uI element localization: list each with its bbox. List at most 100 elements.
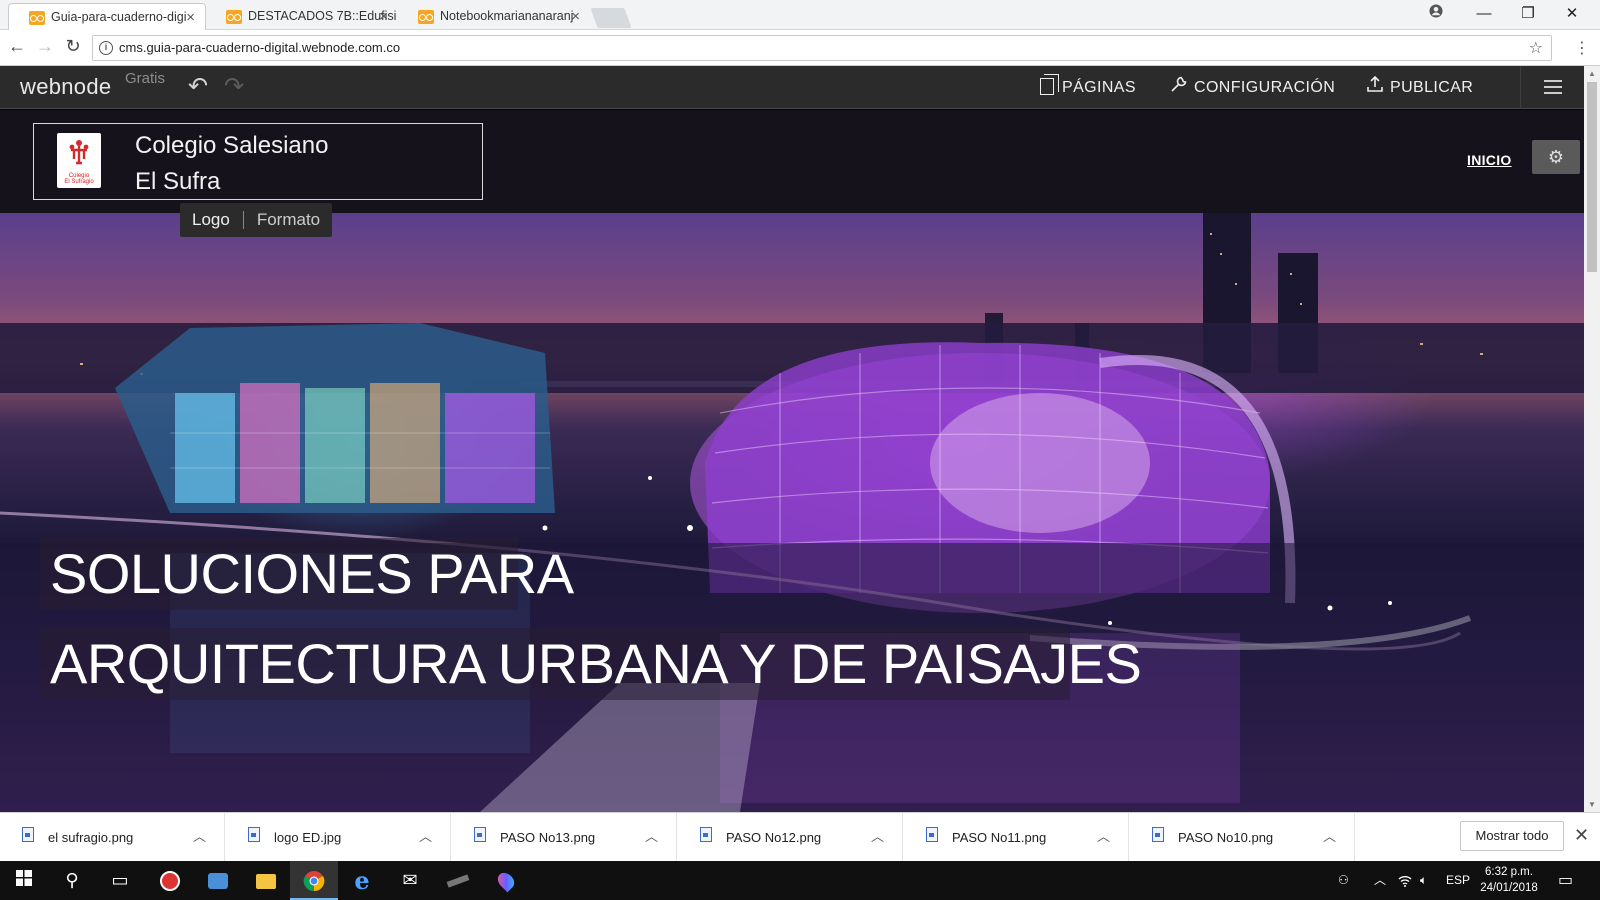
close-window-icon[interactable]: ✕ bbox=[1550, 0, 1594, 30]
pages-button[interactable]: PÁGINAS bbox=[1040, 66, 1136, 109]
webnode-editor-bar: webnode Gratis ↶ ↷ PÁGINAS CONFIGURACIÓN… bbox=[0, 66, 1584, 109]
download-filename: el sufragio.png bbox=[48, 830, 134, 845]
close-tab-icon[interactable]: × bbox=[571, 3, 580, 30]
site-brand-block[interactable]: Colegio El Sufragio Colegio Salesiano El … bbox=[33, 123, 483, 200]
site-info-icon[interactable]: i bbox=[99, 41, 113, 55]
browser-toolbar: ← → ↻ i cms.guia-para-cuaderno-digital.w… bbox=[0, 30, 1600, 66]
page-scrollbar[interactable]: ▲ ▼ bbox=[1584, 66, 1600, 812]
mail-icon[interactable]: ✉ bbox=[386, 861, 434, 900]
publish-label: PUBLICAR bbox=[1390, 79, 1474, 96]
webnode-logo: webnode bbox=[20, 74, 112, 99]
bookmark-star-icon[interactable]: ☆ bbox=[1529, 38, 1543, 58]
show-hidden-icons-chevron-icon[interactable]: ︿ bbox=[1374, 861, 1386, 900]
app-network-icon[interactable] bbox=[194, 861, 242, 900]
editor-menu-hamburger-icon[interactable] bbox=[1520, 66, 1584, 109]
browser-tab-3[interactable]: Notebookmariananaranj × bbox=[398, 3, 590, 30]
system-clock[interactable]: 6:32 p.m. 24/01/2018 bbox=[1474, 864, 1544, 896]
download-options-chevron-icon[interactable]: ︿ bbox=[645, 826, 658, 845]
chrome-icon[interactable] bbox=[290, 861, 338, 900]
settings-button[interactable]: CONFIGURACIÓN bbox=[1170, 66, 1335, 109]
hero-city-night-image bbox=[0, 213, 1584, 812]
settings-label: CONFIGURACIÓN bbox=[1194, 79, 1336, 96]
input-language[interactable]: ESP bbox=[1446, 861, 1470, 900]
redo-icon[interactable]: ↷ bbox=[224, 72, 244, 101]
downloads-shelf: el sufragio.png ︿ logo ED.jpg ︿ PASO No1… bbox=[0, 812, 1600, 862]
tab-title: DESTACADOS 7B::Edufisi bbox=[248, 9, 397, 23]
pages-icon bbox=[1040, 74, 1059, 95]
search-icon[interactable]: ⚲ bbox=[48, 861, 96, 900]
download-item[interactable]: PASO No11.png ︿ bbox=[904, 813, 1129, 862]
scroll-up-arrow-icon[interactable]: ▲ bbox=[1588, 69, 1596, 78]
tab-title: Guia-para-cuaderno-digi bbox=[51, 10, 187, 24]
tab-title: Notebookmariananaranj bbox=[440, 9, 574, 23]
close-downloads-icon[interactable]: ✕ bbox=[1574, 825, 1589, 846]
file-explorer-icon[interactable] bbox=[242, 861, 290, 900]
site-header: Colegio El Sufragio Colegio Salesiano El … bbox=[0, 110, 1584, 237]
plan-badge: Gratis bbox=[125, 70, 166, 87]
download-item[interactable]: el sufragio.png ︿ bbox=[0, 813, 225, 862]
site-title[interactable]: Colegio Salesiano El Sufra bbox=[135, 128, 328, 200]
close-tab-icon[interactable]: × bbox=[379, 3, 388, 30]
task-view-icon[interactable]: ▭ bbox=[96, 861, 144, 900]
publish-button[interactable]: PUBLICAR bbox=[1366, 66, 1473, 109]
windows-taskbar: ⚲ ▭ e ✉ ⚇ ︿ 🔈︎ ESP 6:32 p.m. 24/01/2018 … bbox=[0, 861, 1600, 900]
show-all-downloads-button[interactable]: Mostrar todo bbox=[1460, 821, 1564, 851]
format-button[interactable]: Formato bbox=[257, 210, 320, 230]
download-item[interactable]: PASO No10.png ︿ bbox=[1130, 813, 1355, 862]
download-options-chevron-icon[interactable]: ︿ bbox=[1323, 826, 1336, 845]
scrollbar-thumb[interactable] bbox=[1587, 82, 1597, 272]
forward-arrow-icon[interactable]: → bbox=[34, 36, 56, 57]
webnode-favicon-icon bbox=[226, 10, 242, 24]
download-filename: logo ED.jpg bbox=[274, 830, 342, 845]
app-pen-icon[interactable] bbox=[434, 861, 482, 900]
image-file-icon bbox=[700, 827, 712, 842]
download-item[interactable]: logo ED.jpg ︿ bbox=[226, 813, 451, 862]
app-red-circle-icon[interactable] bbox=[146, 861, 194, 900]
logo-button[interactable]: Logo bbox=[192, 210, 230, 230]
profile-icon[interactable] bbox=[1414, 0, 1458, 30]
webnode-favicon-icon bbox=[29, 11, 45, 25]
image-file-icon bbox=[22, 827, 34, 842]
salesian-emblem-icon bbox=[69, 140, 89, 165]
new-tab-button[interactable] bbox=[590, 8, 632, 28]
volume-icon[interactable]: 🔈︎ bbox=[1420, 861, 1427, 900]
restore-icon[interactable]: ❐ bbox=[1506, 0, 1550, 30]
toolbar-divider bbox=[242, 211, 244, 229]
download-options-chevron-icon[interactable]: ︿ bbox=[419, 826, 432, 845]
nav-link-home[interactable]: INICIO bbox=[1467, 152, 1512, 168]
image-file-icon bbox=[1152, 827, 1164, 842]
clock-time: 6:32 p.m. bbox=[1485, 866, 1533, 878]
wifi-icon[interactable] bbox=[1398, 861, 1412, 900]
browser-tab-1[interactable]: Guia-para-cuaderno-digi × bbox=[8, 3, 206, 30]
download-options-chevron-icon[interactable]: ︿ bbox=[871, 826, 884, 845]
download-filename: PASO No10.png bbox=[1178, 830, 1274, 845]
image-file-icon bbox=[474, 827, 486, 842]
logo-caption: Colegio El Sufragio bbox=[64, 173, 94, 185]
scroll-down-arrow-icon[interactable]: ▼ bbox=[1588, 800, 1596, 809]
download-filename: PASO No11.png bbox=[952, 830, 1047, 845]
windows-start-icon[interactable] bbox=[0, 861, 48, 900]
address-bar[interactable]: i cms.guia-para-cuaderno-digital.webnode… bbox=[92, 35, 1552, 61]
app-maps-pin-icon[interactable] bbox=[482, 861, 530, 900]
hero-banner[interactable]: SOLUCIONES PARA ARQUITECTURA URBANA Y DE… bbox=[0, 213, 1584, 812]
reload-icon[interactable]: ↻ bbox=[62, 36, 84, 57]
url-text[interactable]: cms.guia-para-cuaderno-digital.webnode.c… bbox=[119, 40, 400, 55]
minimize-icon[interactable]: — bbox=[1462, 0, 1506, 30]
people-icon[interactable]: ⚇ bbox=[1338, 861, 1349, 900]
menu-settings-gear-icon[interactable]: ⚙ bbox=[1532, 140, 1580, 174]
download-options-chevron-icon[interactable]: ︿ bbox=[193, 826, 206, 845]
browser-tab-2[interactable]: DESTACADOS 7B::Edufisi × bbox=[206, 3, 398, 30]
download-item[interactable]: PASO No12.png ︿ bbox=[678, 813, 903, 862]
hero-heading-line2[interactable]: ARQUITECTURA URBANA Y DE PAISAJES bbox=[50, 628, 1142, 700]
school-logo[interactable]: Colegio El Sufragio bbox=[57, 133, 101, 188]
browser-menu-icon[interactable]: ⋮ bbox=[1574, 38, 1590, 58]
hero-heading-line1[interactable]: SOLUCIONES PARA bbox=[50, 538, 574, 610]
browser-tab-strip: Guia-para-cuaderno-digi × DESTACADOS 7B:… bbox=[0, 0, 1600, 30]
internet-explorer-icon[interactable]: e bbox=[338, 861, 386, 900]
undo-icon[interactable]: ↶ bbox=[188, 72, 208, 101]
download-options-chevron-icon[interactable]: ︿ bbox=[1097, 826, 1110, 845]
close-tab-icon[interactable]: × bbox=[186, 4, 195, 30]
action-center-icon[interactable]: ▭ bbox=[1558, 861, 1573, 900]
back-arrow-icon[interactable]: ← bbox=[6, 36, 28, 57]
download-item[interactable]: PASO No13.png ︿ bbox=[452, 813, 677, 862]
